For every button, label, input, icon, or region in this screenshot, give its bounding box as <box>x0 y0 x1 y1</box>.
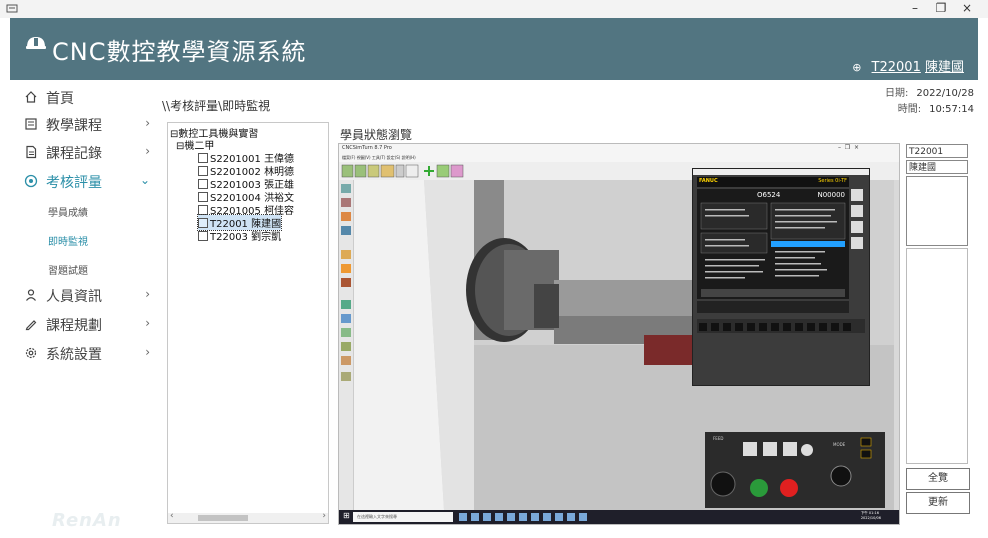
user-icon: ⊕ <box>852 61 862 74</box>
nav-item-courses[interactable]: 教學課程 › <box>10 111 162 137</box>
checkbox[interactable] <box>198 179 208 189</box>
scroll-left-icon[interactable]: ‹ <box>170 511 174 521</box>
user-id[interactable]: T22001 <box>872 60 921 75</box>
date-label: 日期: <box>884 88 909 99</box>
controller-titlebar <box>693 169 869 175</box>
app-icon <box>6 4 18 13</box>
nav-label: 課程規劃 <box>46 318 102 334</box>
selected-user-name: 陳建國 <box>906 160 968 174</box>
maximize-button[interactable]: ❐ <box>930 1 952 15</box>
operator-panel: FEED MODE <box>705 432 885 508</box>
time-value: 10:57:14 <box>929 104 974 115</box>
subnav-exercises[interactable]: 習題試題 <box>48 262 88 277</box>
nav-label: 首頁 <box>46 91 74 107</box>
nav-item-assessment[interactable]: 考核評量 ⌄ <box>10 168 162 194</box>
taskbar-icons <box>459 513 587 521</box>
brand-watermark: RenAn <box>52 510 122 531</box>
chevron-down-icon: ⌄ <box>139 173 150 187</box>
list-box <box>906 248 968 464</box>
app-title: CNC數控教學資源系統 <box>52 38 307 66</box>
controller-key-row <box>697 319 865 333</box>
time-label: 時間: <box>897 104 922 115</box>
panel-title: 學員狀態瀏覽 <box>340 128 413 142</box>
checkbox[interactable] <box>198 192 208 202</box>
checkbox[interactable] <box>198 153 208 163</box>
checkbox[interactable] <box>198 231 208 241</box>
gear-icon <box>25 347 37 359</box>
date-value: 2022/10/28 <box>916 88 974 99</box>
nav-label: 教學課程 <box>46 118 102 134</box>
selected-user-id: T22001 <box>906 144 968 158</box>
sim-taskbar: ⊞ 在這裡輸入文字來搜尋 下午 01:16 2022/10/06 <box>339 510 899 524</box>
controller-panel: FANUC Series 0i-TF O6524 N00000 <box>692 168 870 386</box>
controller-side-keys <box>851 189 865 269</box>
nav-label: 課程記錄 <box>46 146 102 162</box>
checkbox[interactable] <box>198 205 208 215</box>
controller-brandbar: FANUC Series 0i-TF <box>697 177 849 187</box>
close-button[interactable]: × <box>956 1 978 15</box>
person-icon <box>26 289 36 301</box>
chevron-right-icon: › <box>145 116 150 130</box>
date-display: 日期: 2022/10/28 <box>885 84 974 99</box>
main-content: \\考核評量\即時監視 日期: 2022/10/28 時間: 10:57:14 ⊟數… <box>162 80 978 528</box>
home-icon <box>25 91 37 103</box>
minimize-button[interactable]: – <box>904 1 926 15</box>
user-name: 陳建國 <box>924 60 964 75</box>
nav-item-personnel[interactable]: 人員資訊 › <box>10 282 162 308</box>
nav-item-settings[interactable]: 系統設置 › <box>10 340 162 366</box>
chevron-right-icon: › <box>145 345 150 359</box>
sim-titlebar: CNCSimTurn 8.7 Pro – ❐ × <box>339 144 899 154</box>
app-header: CNC數控教學資源系統 ⊕ T22001 陳建國 <box>10 18 978 80</box>
book-icon <box>25 118 37 130</box>
checkbox[interactable] <box>198 166 208 176</box>
nav-label: 系統設置 <box>46 347 102 363</box>
start-icon: ⊞ <box>343 511 350 520</box>
student-tree[interactable]: ⊟數控工具機與實習 ⊟機二甲 S2201001 王偉德 S2201002 林明德… <box>167 122 329 524</box>
refresh-button[interactable]: 更新 <box>906 492 970 514</box>
nav-item-records[interactable]: 課程記錄 › <box>10 139 162 165</box>
taskbar-clock: 下午 01:16 2022/10/06 <box>860 511 881 520</box>
scroll-thumb[interactable] <box>198 515 248 521</box>
target-icon <box>24 174 38 188</box>
sim-menubar: 檔案(F) 視圖(V) 工具(T) 設定(S) 說明(H) <box>339 154 899 162</box>
controller-screen: O6524 N00000 <box>697 189 849 299</box>
nav-label: 人員資訊 <box>46 289 102 305</box>
browse-all-button[interactable]: 全覽 <box>906 468 970 490</box>
sim-window-controls: – ❐ × <box>837 144 859 151</box>
sidebar: 首頁 教學課程 › 課程記錄 › 考核評量 ⌄ 學員成績 即時監視 習題試題 人… <box>10 80 162 528</box>
pencil-icon <box>25 320 37 331</box>
tree-scrollbar[interactable]: ‹ › <box>168 511 328 523</box>
info-box <box>906 176 968 246</box>
chevron-right-icon: › <box>145 316 150 330</box>
student-screen-view[interactable]: CNCSimTurn 8.7 Pro – ❐ × 檔案(F) 視圖(V) 工具(… <box>338 143 900 525</box>
helmet-icon <box>26 37 46 49</box>
checkbox[interactable] <box>198 218 208 228</box>
subnav-scores[interactable]: 學員成績 <box>48 204 88 219</box>
chevron-right-icon: › <box>145 144 150 158</box>
subnav-live-monitor[interactable]: 即時監視 <box>48 233 88 248</box>
sim-toolbar-icons <box>341 164 464 178</box>
chevron-right-icon: › <box>145 287 150 301</box>
tree-student[interactable]: T22003 劉宗凱 <box>198 228 281 243</box>
nav-item-home[interactable]: 首頁 <box>10 84 162 110</box>
breadcrumb: \\考核評量\即時監視 <box>162 99 271 113</box>
controller-screen-content <box>700 202 846 297</box>
operator-panel-controls <box>710 437 872 497</box>
time-display: 時間: 10:57:14 <box>898 100 974 115</box>
controller-softkeys <box>697 301 849 313</box>
scroll-right-icon[interactable]: › <box>322 511 326 521</box>
sim-tool-icons <box>341 184 351 381</box>
nav-item-planning[interactable]: 課程規劃 › <box>10 311 162 337</box>
document-icon <box>26 145 37 159</box>
taskbar-search: 在這裡輸入文字來搜尋 <box>353 512 453 522</box>
window-titlebar: – ❐ × <box>0 0 988 18</box>
sim-side-toolbar <box>339 180 354 510</box>
user-info[interactable]: ⊕ T22001 陳建國 <box>852 56 964 75</box>
nav-label: 考核評量 <box>46 175 102 191</box>
